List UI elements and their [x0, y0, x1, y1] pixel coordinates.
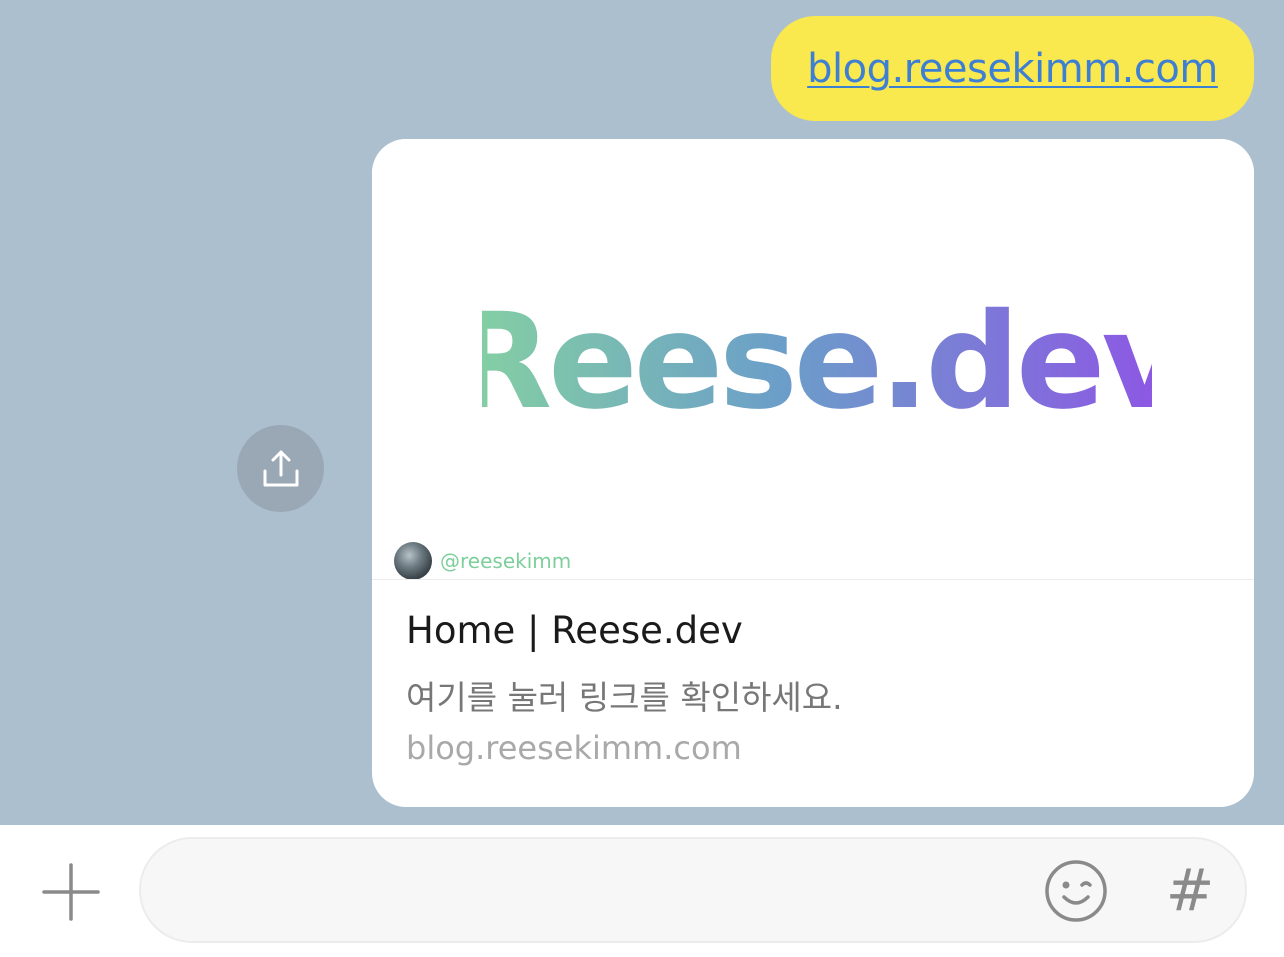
sent-message-bubble: blog.reesekimm.com	[771, 16, 1254, 121]
chat-area: blog.reesekimm.com Reese.dev @reesekimm …	[0, 0, 1284, 825]
sent-message-link[interactable]: blog.reesekimm.com	[807, 46, 1218, 92]
link-title: Home | Reese.dev	[406, 609, 743, 652]
link-description: 여기를 눌러 링크를 확인하세요.	[406, 678, 843, 717]
share-button[interactable]	[237, 425, 324, 512]
input-bar: #	[0, 825, 1284, 957]
link-preview-card[interactable]: Reese.dev @reesekimm Home | Reese.dev 여기…	[372, 139, 1254, 807]
emoji-button[interactable]	[1044, 859, 1108, 923]
plus-icon	[42, 863, 100, 921]
card-divider	[372, 579, 1254, 580]
message-input[interactable]	[181, 839, 1045, 943]
add-button[interactable]	[38, 859, 104, 925]
link-preview-image: Reese.dev @reesekimm	[372, 139, 1254, 581]
emoji-icon	[1045, 860, 1107, 922]
preview-logo: Reese.dev	[482, 287, 1152, 417]
preview-logo-text: Reese.dev	[482, 287, 1152, 417]
author-row: @reesekimm	[394, 541, 571, 581]
share-icon	[263, 450, 298, 486]
hashtag-label: #	[1165, 856, 1215, 924]
link-domain: blog.reesekimm.com	[406, 729, 742, 767]
hashtag-button[interactable]: #	[1160, 855, 1220, 925]
avatar	[394, 542, 432, 580]
message-field: #	[139, 837, 1247, 943]
author-handle: @reesekimm	[440, 549, 572, 573]
